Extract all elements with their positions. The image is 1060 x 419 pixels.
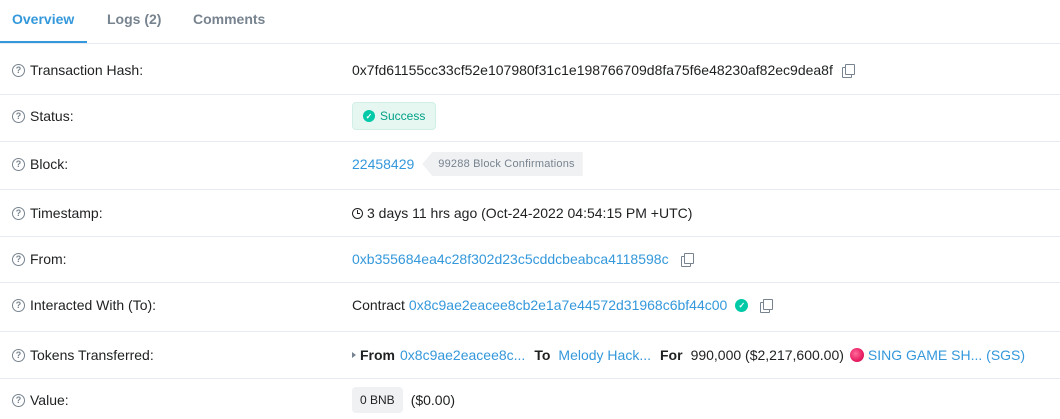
tab-comments[interactable]: Comments <box>193 0 265 44</box>
contract-prefix: Contract <box>352 297 405 313</box>
timestamp-value-row: 3 days 11 hrs ago (Oct-24-2022 04:54:15 … <box>352 203 692 223</box>
tab-bar: Overview Logs (2) Comments <box>0 0 1060 44</box>
status-text: Success <box>380 109 426 123</box>
tab-logs[interactable]: Logs (2) <box>107 0 161 44</box>
value-usd: ($0.00) <box>410 392 456 408</box>
help-icon[interactable]: ? <box>12 393 25 407</box>
tab-overview[interactable]: Overview <box>12 0 74 44</box>
divider <box>0 282 1060 283</box>
token-for-label: For <box>660 347 683 363</box>
timestamp-value: 3 days 11 hrs ago (Oct-24-2022 04:54:15 … <box>367 205 693 221</box>
from-label-row: ? From: <box>12 249 67 269</box>
divider <box>0 141 1060 142</box>
token-name-link[interactable]: SING GAME SH... (SGS) <box>868 347 1025 363</box>
token-from-address-link[interactable]: 0x8c9ae2eacee8c... <box>400 347 525 363</box>
divider <box>0 378 1060 379</box>
value-label-row: ? Value: <box>12 390 69 410</box>
value-label: Value: <box>30 392 69 408</box>
copy-icon[interactable] <box>841 63 855 78</box>
divider <box>0 189 1060 190</box>
token-logo <box>849 348 864 362</box>
timestamp-label-row: ? Timestamp: <box>12 203 103 223</box>
help-icon[interactable]: ? <box>12 157 25 171</box>
tx-hash-value-row: 0x7fd61155cc33cf52e107980f31c1e198766709… <box>352 60 855 80</box>
divider <box>0 331 1060 332</box>
from-value-row: 0xb355684ea4c28f302d23c5cddcbeabca411859… <box>352 249 694 269</box>
status-label: Status: <box>30 108 74 124</box>
block-confirmations-badge: 99288 Block Confirmations <box>422 152 583 176</box>
interacted-label: Interacted With (To): <box>30 297 157 313</box>
timestamp-label: Timestamp: <box>30 205 103 221</box>
tx-hash-value: 0x7fd61155cc33cf52e107980f31c1e198766709… <box>352 62 833 78</box>
token-amount: 990,000 ($2,217,600.00) <box>690 347 844 363</box>
clock-icon <box>352 207 363 219</box>
active-tab-indicator <box>0 41 87 43</box>
interacted-value-row: Contract 0x8c9ae2eacee8cb2e1a7e44572d319… <box>352 295 774 315</box>
copy-icon[interactable] <box>760 298 774 313</box>
tx-hash-label: Transaction Hash: <box>30 62 144 78</box>
tokens-value-row: From 0x8c9ae2eacee8c... To Melody Hack..… <box>352 345 1025 365</box>
value-value-row: 0 BNB ($0.00) <box>352 387 455 413</box>
caret-right-icon[interactable] <box>352 352 356 358</box>
help-icon[interactable]: ? <box>12 109 25 123</box>
contract-address-link[interactable]: 0x8c9ae2eacee8cb2e1a7e44572d31968c6bf44c… <box>409 297 727 313</box>
from-label: From: <box>30 251 67 267</box>
from-address-link[interactable]: 0xb355684ea4c28f302d23c5cddcbeabca411859… <box>352 251 669 267</box>
help-icon[interactable]: ? <box>12 206 25 220</box>
status-label-row: ? Status: <box>12 106 74 126</box>
bnb-amount-badge: 0 BNB <box>352 387 403 413</box>
tokens-label: Tokens Transferred: <box>30 347 154 363</box>
status-value-row: ✓ Success <box>352 102 437 130</box>
block-label-row: ? Block: <box>12 154 68 174</box>
divider <box>0 94 1060 95</box>
token-from-label: From <box>360 347 395 363</box>
tokens-label-row: ? Tokens Transferred: <box>12 345 154 365</box>
help-icon[interactable]: ? <box>12 298 25 312</box>
help-icon[interactable]: ? <box>12 348 25 362</box>
verified-icon: ✓ <box>735 298 749 312</box>
help-icon[interactable]: ? <box>12 63 25 77</box>
copy-icon[interactable] <box>680 252 694 267</box>
block-number-link[interactable]: 22458429 <box>352 156 414 172</box>
token-to-link[interactable]: Melody Hack... <box>558 347 651 363</box>
help-icon[interactable]: ? <box>12 252 25 266</box>
tx-hash-label-row: ? Transaction Hash: <box>12 60 143 80</box>
interacted-label-row: ? Interacted With (To): <box>12 295 156 315</box>
block-value-row: 22458429 99288 Block Confirmations <box>352 152 583 176</box>
divider <box>0 236 1060 237</box>
status-badge: ✓ Success <box>352 102 437 130</box>
check-circle-icon: ✓ <box>363 110 375 122</box>
block-label: Block: <box>30 156 69 172</box>
token-to-label: To <box>534 347 551 363</box>
